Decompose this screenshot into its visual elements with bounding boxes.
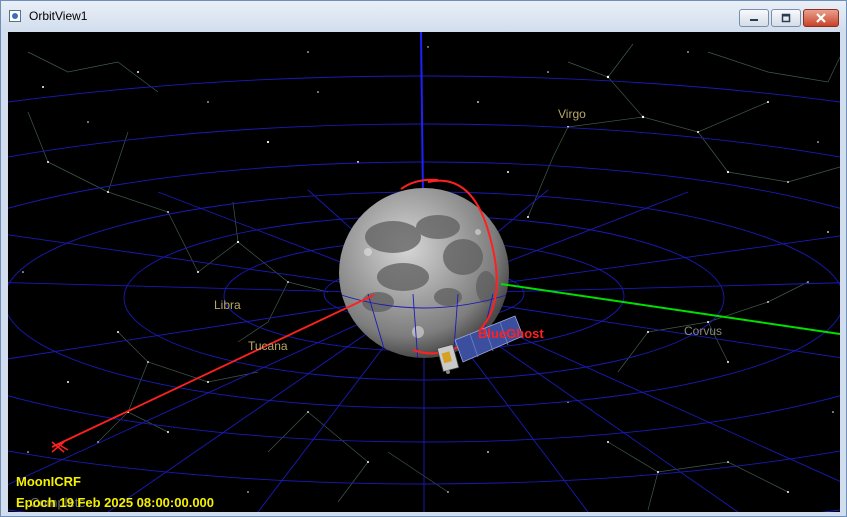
constellation-label-corvus: Corvus	[684, 324, 722, 338]
orbit-view-window: OrbitView1 Virgo Libra Tucana Corvus Blu…	[0, 0, 847, 517]
close-icon	[816, 13, 826, 23]
maximize-button[interactable]	[771, 9, 801, 27]
minimize-button[interactable]	[739, 9, 769, 27]
minimize-icon	[750, 19, 758, 21]
orbitview-icon	[9, 10, 21, 22]
constellation-label-virgo: Virgo	[558, 107, 586, 121]
coordinate-system-label: MoonICRF	[16, 474, 81, 489]
scene-labels: Virgo Libra Tucana Corvus BlueGhost	[214, 107, 722, 353]
close-button[interactable]	[803, 9, 839, 27]
orbit-3d-viewport[interactable]: Virgo Libra Tucana Corvus BlueGhost Moon…	[8, 32, 840, 512]
constellation-label-libra: Libra	[214, 298, 241, 312]
window-title: OrbitView1	[29, 9, 88, 23]
epoch-label: Epoch 19 Feb 2025 08:00:00.000	[16, 495, 215, 510]
spacecraft-label: BlueGhost	[478, 326, 544, 341]
maximize-icon	[781, 13, 791, 23]
title-bar[interactable]: OrbitView1	[1, 1, 846, 31]
constellation-label-tucana: Tucana	[248, 339, 288, 353]
